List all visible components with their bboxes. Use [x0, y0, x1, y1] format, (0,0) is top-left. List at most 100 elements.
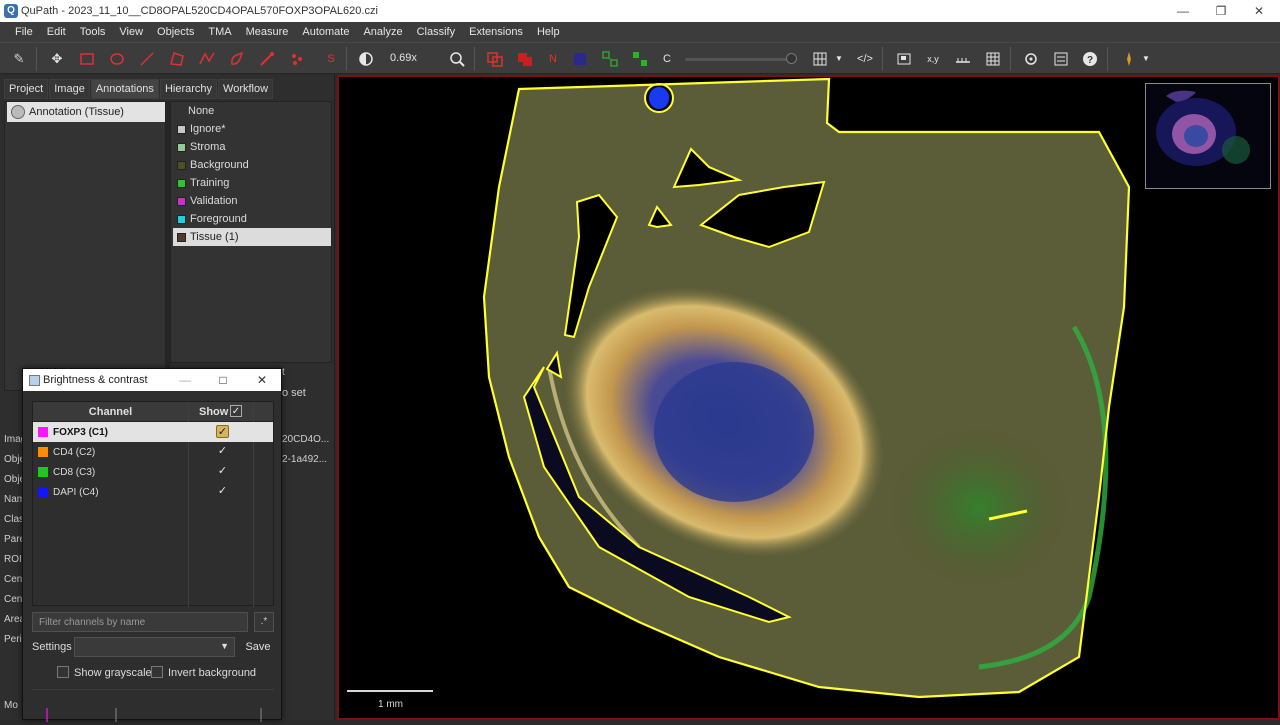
channel-color-swatch[interactable] — [38, 487, 48, 497]
set-button[interactable]: o set — [282, 387, 306, 399]
menu-analyze[interactable]: Analyze — [363, 26, 402, 38]
property-label: Clas — [4, 514, 25, 525]
show-names-icon[interactable]: N — [543, 49, 563, 69]
cursor-location-icon[interactable]: x,y — [923, 49, 943, 69]
regex-toggle-button[interactable]: .* — [254, 612, 274, 632]
tab-image[interactable]: Image — [49, 79, 90, 99]
menu-edit[interactable]: Edit — [47, 26, 66, 38]
rectangle-tool-icon[interactable] — [77, 49, 97, 69]
channel-row-cd4[interactable]: CD4 (C2) ✓ — [33, 442, 273, 462]
zoom-to-fit-icon[interactable] — [447, 49, 467, 69]
fill-annotations-icon[interactable] — [515, 49, 535, 69]
settings-icon[interactable] — [1021, 49, 1041, 69]
settings-select[interactable]: ▼ — [74, 637, 235, 657]
class-item-validation[interactable]: Validation — [173, 192, 331, 210]
polygon-tool-icon[interactable] — [167, 49, 187, 69]
tab-annotations[interactable]: Annotations — [90, 79, 159, 99]
class-item-training[interactable]: Training — [173, 174, 331, 192]
invert-background-checkbox[interactable] — [151, 666, 163, 678]
dialog-close-icon[interactable]: ✕ — [248, 369, 276, 391]
scalebar-icon[interactable] — [953, 49, 973, 69]
channel-row-cd8[interactable]: CD8 (C3) ✓ — [33, 462, 273, 482]
class-item-tissue[interactable]: Tissue (1) — [173, 228, 331, 246]
chevron-down-icon[interactable]: ▼ — [829, 49, 849, 69]
overview-icon[interactable] — [894, 49, 914, 69]
menu-extensions[interactable]: Extensions — [469, 26, 523, 38]
line-tool-icon[interactable] — [137, 49, 157, 69]
measure-tool-icon[interactable]: ✎ — [9, 49, 29, 69]
channel-filter-input[interactable]: Filter channels by name — [32, 612, 248, 632]
menu-objects[interactable]: Objects — [157, 26, 194, 38]
tab-hierarchy[interactable]: Hierarchy — [159, 79, 218, 99]
annotation-list-item[interactable]: Annotation (Tissue) — [7, 102, 165, 122]
dialog-maximize-icon[interactable]: □ — [209, 369, 237, 391]
script-editor-icon[interactable]: </> — [855, 49, 875, 69]
class-label: Foreground — [190, 213, 247, 225]
channel-row-foxp3[interactable]: FOXP3 (C1) ✓ — [33, 422, 273, 442]
header-channel[interactable]: Channel — [33, 406, 188, 418]
property-label: ROI — [4, 554, 22, 565]
log-icon[interactable] — [1051, 49, 1071, 69]
opacity-slider[interactable] — [685, 58, 795, 61]
class-color-swatch — [177, 142, 186, 152]
menu-help[interactable]: Help — [537, 26, 560, 38]
menu-automate[interactable]: Automate — [302, 26, 349, 38]
class-item-foreground[interactable]: Foreground — [173, 210, 331, 228]
grid-view-icon[interactable] — [810, 49, 830, 69]
overview-thumbnail[interactable] — [1145, 83, 1271, 189]
help-icon[interactable]: ? — [1080, 49, 1100, 69]
class-item-background[interactable]: Background — [173, 156, 331, 174]
show-all-checkbox[interactable]: ✓ — [230, 405, 242, 417]
channel-color-swatch[interactable] — [38, 427, 48, 437]
close-icon[interactable]: ✕ — [1240, 0, 1278, 22]
channel-show-checkbox[interactable]: ✓ — [216, 465, 229, 478]
menu-measure[interactable]: Measure — [246, 26, 289, 38]
class-item-stroma[interactable]: Stroma — [173, 138, 331, 156]
tab-project[interactable]: Project — [4, 79, 49, 99]
polyline-tool-icon[interactable] — [197, 49, 217, 69]
chevron-down-icon[interactable]: ▼ — [1136, 49, 1156, 69]
selection-mode-icon[interactable]: S — [321, 49, 341, 69]
header-show[interactable]: Show — [189, 406, 253, 418]
show-annotations-icon[interactable] — [485, 49, 505, 69]
opacity-slider-knob[interactable] — [786, 53, 797, 64]
move-tool-icon[interactable]: ✥ — [47, 49, 67, 69]
dialog-titlebar[interactable]: Brightness & contrast — □ ✕ — [23, 369, 281, 391]
brightness-contrast-icon[interactable] — [356, 49, 376, 69]
channel-show-checkbox[interactable]: ✓ — [216, 445, 229, 458]
property-label: Mo — [4, 700, 18, 711]
class-list: None Ignore* Stroma Background Training … — [170, 101, 332, 363]
minimize-icon[interactable]: — — [1164, 0, 1202, 22]
class-item-ignore[interactable]: Ignore* — [173, 120, 331, 138]
channel-row-dapi[interactable]: DAPI (C4) ✓ — [33, 482, 273, 502]
image-viewer[interactable]: 1 mm — [337, 75, 1280, 720]
tab-workflow[interactable]: Workflow — [218, 79, 274, 99]
counting-grid-icon[interactable] — [983, 49, 1003, 69]
histogram[interactable] — [32, 689, 274, 722]
dialog-minimize-icon[interactable]: — — [171, 369, 199, 391]
show-connections-icon[interactable]: C — [657, 49, 677, 69]
menu-classify[interactable]: Classify — [417, 26, 456, 38]
show-grayscale-checkbox[interactable] — [57, 666, 69, 678]
svg-text:?: ? — [1087, 55, 1093, 66]
channel-show-checkbox[interactable]: ✓ — [216, 485, 229, 498]
channel-color-swatch[interactable] — [38, 467, 48, 477]
channel-show-checkbox[interactable]: ✓ — [216, 425, 229, 438]
brush-tool-icon[interactable] — [227, 49, 247, 69]
show-tma-grid-icon[interactable] — [570, 49, 590, 69]
class-item-none[interactable]: None — [173, 102, 331, 120]
maximize-icon[interactable]: ❐ — [1202, 0, 1240, 22]
ellipse-tool-icon[interactable] — [107, 49, 127, 69]
show-detections-icon[interactable] — [600, 49, 620, 69]
wand-tool-icon[interactable] — [257, 49, 277, 69]
fill-detections-icon[interactable] — [630, 49, 650, 69]
menu-view[interactable]: View — [119, 26, 143, 38]
channel-color-swatch[interactable] — [38, 447, 48, 457]
save-button[interactable]: Save — [242, 637, 274, 657]
menu-tma[interactable]: TMA — [208, 26, 231, 38]
brightness-contrast-dialog: Brightness & contrast — □ ✕ Channel Show… — [22, 368, 282, 722]
points-tool-icon[interactable] — [287, 49, 307, 69]
menu-tools[interactable]: Tools — [80, 26, 106, 38]
menu-file[interactable]: File — [15, 26, 33, 38]
menu-bar: File Edit Tools View Objects TMA Measure… — [0, 22, 1280, 42]
